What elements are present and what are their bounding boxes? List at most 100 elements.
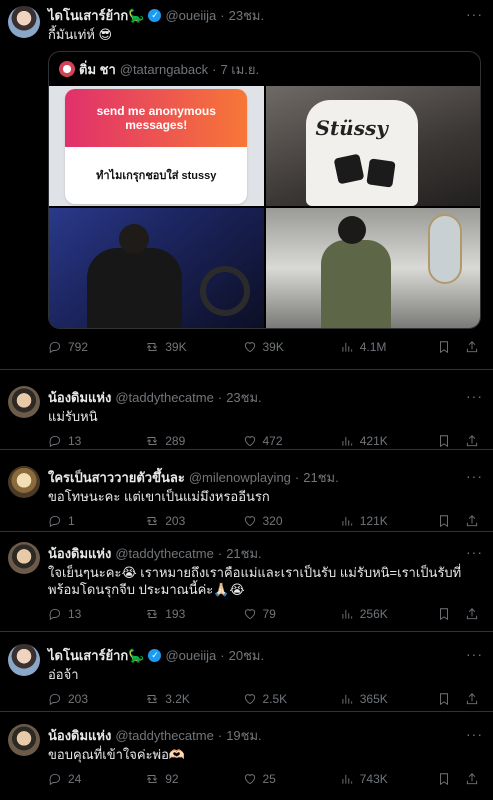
like-count: 472 [262,434,283,448]
quoted-tweet[interactable]: ติ่ม ชา @tatarngaback · 7 เม.ย. send me … [48,51,481,329]
like-button[interactable]: 39K [243,340,295,354]
media-image-mirror[interactable] [265,208,480,328]
share-button[interactable] [465,434,479,448]
bookmark-button[interactable] [437,514,451,528]
retweet-button[interactable]: 289 [145,434,197,448]
avatar[interactable] [8,644,40,676]
avatar[interactable] [8,6,40,38]
views-button[interactable]: 4.1M [340,340,392,354]
bookmark-button[interactable] [437,772,451,786]
heart-icon [243,772,257,786]
more-options-icon[interactable]: ··· [466,468,483,484]
retweet-button[interactable]: 3.2K [145,692,197,706]
avatar[interactable] [8,386,40,418]
tweet[interactable]: น้องดิมแห่ง @taddythecatme · 23ชม. ··· แ… [0,370,493,450]
share-icon [465,434,479,448]
views-button[interactable]: 256K [340,607,392,621]
like-button[interactable]: 2.5K [243,692,295,706]
retweet-button[interactable]: 92 [145,772,197,786]
bookmark-button[interactable] [437,434,451,448]
tweet[interactable]: ไดโนเสาร์ย้าก🦕 ✓ @oueiija · 23ชม. ··· กี… [0,0,493,370]
bookmark-button[interactable] [437,340,451,354]
retweet-button[interactable]: 39K [145,340,197,354]
tweet[interactable]: น้องดิมแห่ง @taddythecatme · 19ชม. ··· ข… [0,712,493,800]
author-name[interactable]: ไดโนเสาร์ย้าก🦕 [48,645,144,666]
author-name[interactable]: ไดโนเสาร์ย้าก🦕 [48,5,144,26]
retweet-button[interactable]: 193 [145,607,197,621]
heart-icon [243,514,257,528]
views-button[interactable]: 121K [340,514,392,528]
timestamp[interactable]: 23ชม. [229,5,264,26]
media-image-question-card[interactable]: send me anonymous messages! ทำไมเกรุกชอบ… [49,86,264,206]
reply-icon [48,340,62,354]
timestamp[interactable]: 21ชม. [303,467,338,488]
tweet[interactable]: น้องดิมแห่ง @taddythecatme · 21ชม. ··· ใ… [0,532,493,632]
reply-button[interactable]: 13 [48,607,100,621]
separator-dot: · [217,727,223,743]
author-name[interactable]: น้องดิมแห่ง [48,725,111,746]
author-name[interactable]: น้องดิมแห่ง [48,543,111,564]
like-button[interactable]: 472 [243,434,295,448]
avatar[interactable] [8,542,40,574]
tweet-header: ใครเป็นสาววายตัวขึ้นละ @milenowplaying ·… [48,468,481,486]
retweet-button[interactable]: 203 [145,514,197,528]
reply-icon [48,434,62,448]
share-button[interactable] [465,340,479,354]
avatar[interactable] [8,724,40,756]
timestamp[interactable]: 19ชม. [226,725,261,746]
share-button[interactable] [465,514,479,528]
media-image-shirt[interactable]: Stüssy [265,86,480,206]
view-count: 256K [359,607,388,621]
more-options-icon[interactable]: ··· [466,726,483,742]
bookmark-icon [437,340,451,354]
timestamp[interactable]: 20ชม. [229,645,264,666]
timestamp[interactable]: 21ชม. [226,543,261,564]
views-icon [340,607,354,621]
author-handle[interactable]: @oueiija [165,648,216,663]
retweet-count: 203 [165,514,186,528]
tweet[interactable]: ไดโนเสาร์ย้าก🦕 ✓ @oueiija · 20ชม. ··· อ่… [0,632,493,712]
reply-button[interactable]: 792 [48,340,100,354]
media-image-car[interactable] [49,208,264,328]
author-name[interactable]: น้องดิมแห่ง [48,387,111,408]
share-button[interactable] [465,772,479,786]
retweet-count: 92 [165,772,179,786]
bookmark-button[interactable] [437,692,451,706]
reply-button[interactable]: 1 [48,514,100,528]
tweet[interactable]: ใครเป็นสาววายตัวขึ้นละ @milenowplaying ·… [0,450,493,532]
reply-button[interactable]: 13 [48,434,100,448]
like-button[interactable]: 79 [243,607,295,621]
like-button[interactable]: 25 [243,772,295,786]
reply-button[interactable]: 24 [48,772,100,786]
author-handle[interactable]: @taddythecatme [115,728,213,743]
more-options-icon[interactable]: ··· [466,544,483,560]
author-handle[interactable]: @oueiija [165,8,216,23]
author-handle[interactable]: @taddythecatme [115,390,213,405]
views-icon [340,434,354,448]
avatar[interactable] [8,466,40,498]
share-button[interactable] [465,692,479,706]
more-options-icon[interactable]: ··· [466,388,483,404]
action-bar: 13 193 79 256K [48,598,481,630]
quote-timestamp: 7 เม.ย. [220,61,260,77]
shirt-logo-text: Stüssy [315,116,388,140]
views-button[interactable]: 421K [340,434,392,448]
like-count: 25 [262,772,276,786]
reply-button[interactable]: 203 [48,692,100,706]
author-handle[interactable]: @taddythecatme [115,546,213,561]
views-button[interactable]: 365K [340,692,392,706]
like-button[interactable]: 320 [243,514,295,528]
author-name[interactable]: ใครเป็นสาววายตัวขึ้นละ [48,467,185,488]
timestamp[interactable]: 23ชม. [226,387,261,408]
views-button[interactable]: 743K [340,772,392,786]
share-button[interactable] [465,607,479,621]
bookmark-button[interactable] [437,607,451,621]
anonymous-message-card: send me anonymous messages! ทำไมเกรุกชอบ… [65,88,248,204]
share-icon [465,514,479,528]
mirror-graphic [428,214,462,284]
more-options-icon[interactable]: ··· [466,6,483,22]
retweet-count: 193 [165,607,186,621]
heart-icon [243,434,257,448]
more-options-icon[interactable]: ··· [466,646,483,662]
author-handle[interactable]: @milenowplaying [189,470,291,485]
